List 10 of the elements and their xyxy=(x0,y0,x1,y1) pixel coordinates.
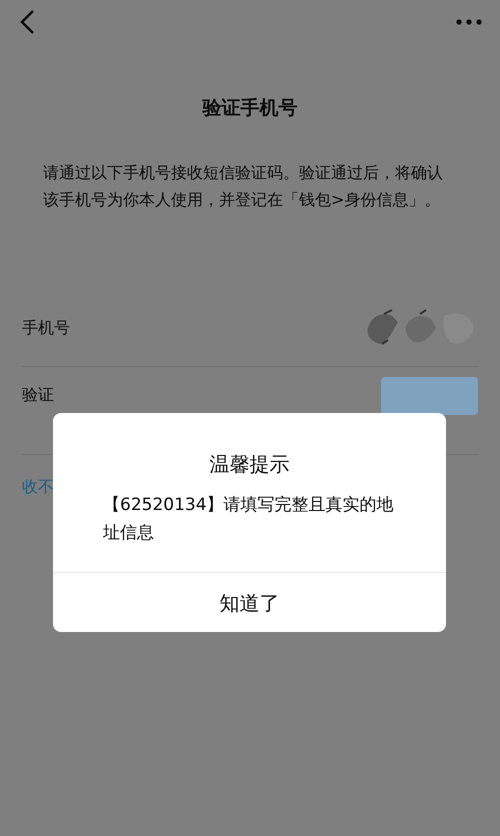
dialog-message: 【62520134】请填写完整且真实的地址信息 xyxy=(103,494,395,545)
page-title: 验证手机号 xyxy=(202,96,298,121)
more-icon[interactable] xyxy=(456,19,482,25)
row-label: 手机号 xyxy=(22,317,70,339)
dialog-ok-button[interactable]: 知道了 xyxy=(204,584,296,622)
back-icon[interactable] xyxy=(18,9,36,35)
row-label: 验证 xyxy=(22,384,54,406)
description-text: 请通过以下手机号接收短信验证码。验证通过后，将确认该手机号为你本人使用，并登记在「钱包>身份信息」。 xyxy=(43,162,444,210)
dialog-title: 温馨提示 xyxy=(210,451,290,478)
resend-button[interactable] xyxy=(381,376,478,414)
